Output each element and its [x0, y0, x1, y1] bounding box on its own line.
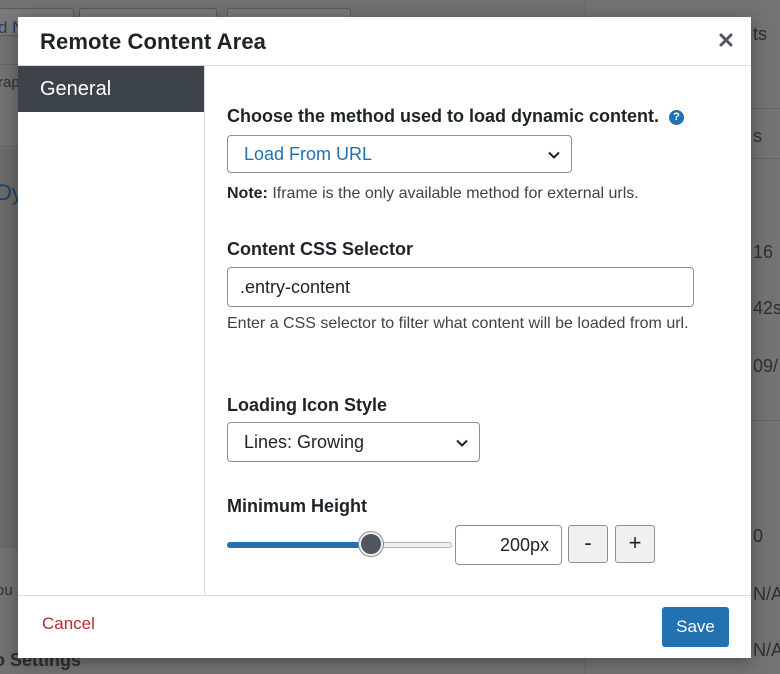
- method-label: Choose the method used to load dynamic c…: [227, 106, 660, 126]
- min-height-input[interactable]: [455, 525, 562, 565]
- background-text: 42s: [753, 298, 780, 318]
- method-select-value: Load From URL: [244, 143, 373, 164]
- background-text: N/A: [753, 640, 780, 660]
- icon-style-select-value: Lines: Growing: [244, 431, 365, 452]
- icon-style-label: Loading Icon Style: [227, 395, 388, 415]
- sidebar-item-general[interactable]: General: [18, 66, 204, 112]
- background-text: ts: [753, 24, 768, 44]
- modal-title: Remote Content Area: [40, 29, 267, 54]
- background-text: ou: [0, 582, 13, 599]
- cancel-button[interactable]: Cancel: [42, 614, 95, 634]
- close-icon: [719, 33, 733, 47]
- icon-style-select[interactable]: Lines: Growing: [227, 422, 480, 462]
- remote-content-modal: Remote Content Area General Choose the m…: [18, 17, 751, 658]
- modal-footer: Cancel Save: [18, 595, 751, 658]
- modal-header: Remote Content Area: [18, 17, 751, 66]
- background-text: rap: [0, 74, 20, 91]
- min-height-label-row: Minimum Height: [227, 496, 727, 517]
- save-button[interactable]: Save: [662, 607, 729, 647]
- min-height-label: Minimum Height: [227, 496, 367, 516]
- css-selector-input[interactable]: [227, 267, 694, 307]
- method-select[interactable]: Load From URL: [227, 135, 572, 173]
- background-text: N/A: [753, 584, 780, 604]
- modal-sidebar: General: [18, 66, 205, 596]
- help-icon[interactable]: ?: [669, 110, 685, 125]
- min-height-slider-thumb[interactable]: [359, 532, 383, 556]
- selector-label-row: Content CSS Selector: [227, 239, 727, 260]
- background-text: 16: [753, 242, 774, 262]
- decrease-height-button[interactable]: -: [568, 525, 608, 563]
- background-panel: [0, 148, 17, 548]
- selector-label: Content CSS Selector: [227, 239, 414, 259]
- chevron-down-icon: [548, 151, 560, 159]
- chevron-down-icon: [456, 439, 468, 447]
- method-note: Note: Iframe is the only available metho…: [227, 181, 727, 206]
- background-text: 0: [753, 526, 764, 546]
- method-note-prefix: Note:: [227, 185, 268, 202]
- background-text: s: [753, 126, 762, 146]
- icon-style-label-row: Loading Icon Style: [227, 395, 727, 416]
- min-height-slider-fill: [227, 542, 371, 548]
- background-text: 09/: [753, 356, 779, 376]
- increase-height-button[interactable]: +: [615, 525, 655, 563]
- method-note-text: Iframe is the only available method for …: [267, 185, 639, 202]
- method-label-row: Choose the method used to load dynamic c…: [227, 106, 727, 127]
- close-button[interactable]: [713, 27, 739, 53]
- selector-help: Enter a CSS selector to filter what cont…: [227, 315, 689, 332]
